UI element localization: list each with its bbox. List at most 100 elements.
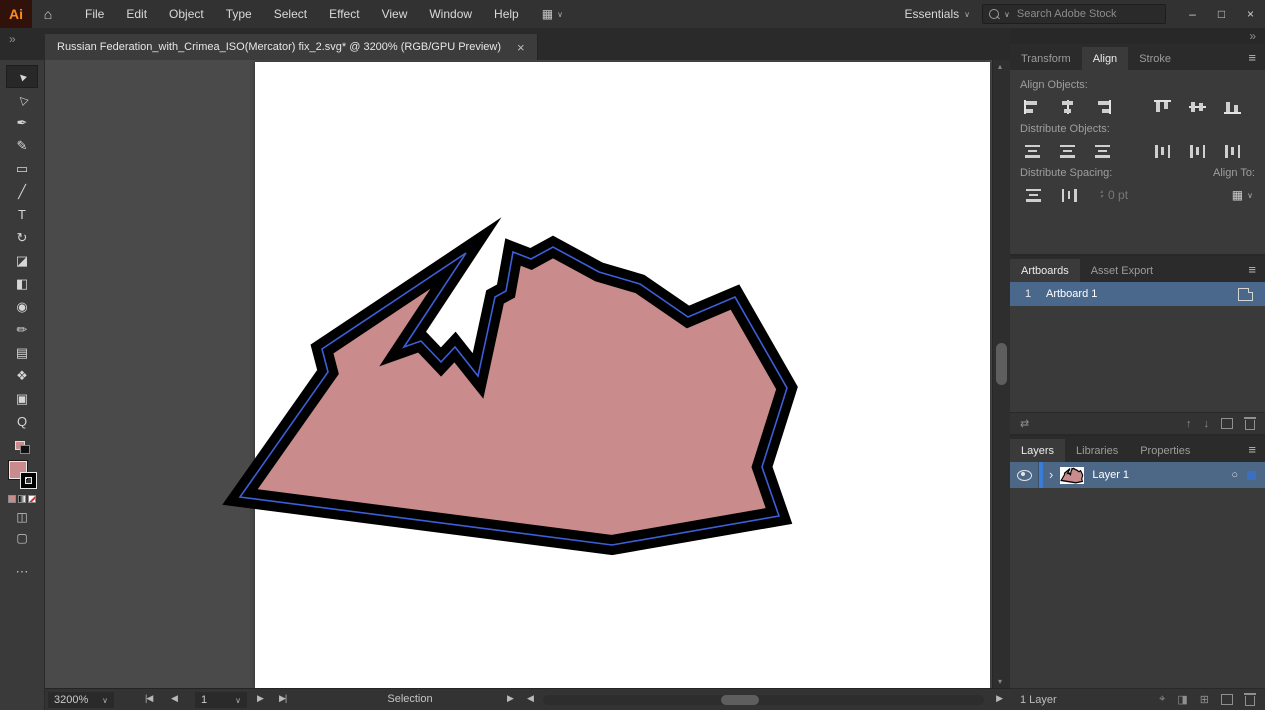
shape-builder-tool[interactable]: ◉: [6, 295, 38, 318]
align-right-button[interactable]: [1090, 97, 1115, 117]
tab-layers[interactable]: Layers: [1010, 439, 1065, 462]
distribute-vertical-center-button[interactable]: [1055, 141, 1080, 161]
artboard-page-icon[interactable]: [1238, 288, 1253, 301]
spacing-value-stepper[interactable]: ▴ ▾ 0 pt: [1100, 188, 1128, 202]
move-artboard-down-icon[interactable]: ↓: [1204, 418, 1210, 430]
canvas-area[interactable]: ▴ ▾: [45, 60, 1010, 688]
tab-transform[interactable]: Transform: [1010, 47, 1082, 70]
stroke-color-swatch[interactable]: [21, 473, 36, 488]
horizontal-distribute-space-button[interactable]: [1056, 185, 1082, 205]
gradient-fill-icon[interactable]: [18, 495, 26, 503]
layer-target-icon[interactable]: ○: [1231, 469, 1238, 481]
dock-overflow-icon[interactable]: »: [1249, 29, 1256, 43]
visibility-cell[interactable]: [1010, 462, 1039, 488]
mini-fill-stroke-icon[interactable]: [15, 441, 30, 454]
tab-artboards[interactable]: Artboards: [1010, 259, 1080, 282]
align-left-button[interactable]: [1020, 97, 1045, 117]
menu-type[interactable]: Type: [215, 0, 263, 28]
home-icon[interactable]: ⌂: [32, 6, 64, 22]
horizontal-scrollbar-thumb[interactable]: [721, 695, 759, 705]
close-button[interactable]: ×: [1236, 0, 1265, 28]
menu-file[interactable]: File: [74, 0, 115, 28]
line-segment-tool[interactable]: ╱: [6, 180, 38, 203]
move-artboard-up-icon[interactable]: ↑: [1186, 418, 1192, 430]
rotate-tool[interactable]: ↻: [6, 226, 38, 249]
artboard-number-field[interactable]: 1 ∨: [195, 692, 247, 708]
locate-object-icon[interactable]: ⌖: [1159, 693, 1165, 706]
align-top-button[interactable]: [1150, 97, 1175, 117]
align-horizontal-center-button[interactable]: [1055, 97, 1080, 117]
eraser-tool[interactable]: ◪: [6, 249, 38, 272]
eyedropper-tool[interactable]: ✏: [6, 318, 38, 341]
panel-menu-icon[interactable]: ≡: [1248, 50, 1256, 65]
horizontal-scrollbar[interactable]: [543, 695, 984, 705]
layer-expand-icon[interactable]: ›: [1049, 467, 1053, 482]
search-input[interactable]: [1015, 7, 1159, 21]
none-fill-icon[interactable]: [28, 495, 36, 503]
scroll-up-icon[interactable]: ▴: [998, 62, 1002, 71]
tab-properties[interactable]: Properties: [1129, 439, 1201, 462]
delete-layer-icon[interactable]: [1245, 696, 1255, 706]
selection-tool[interactable]: ▲: [6, 65, 38, 88]
illustrator-logo[interactable]: Ai: [0, 0, 32, 28]
status-menu-icon[interactable]: ▶: [507, 693, 513, 704]
tab-close-icon[interactable]: ×: [517, 41, 525, 54]
scale-tool[interactable]: ◧: [6, 272, 38, 295]
align-vertical-center-button[interactable]: [1185, 97, 1210, 117]
menu-edit[interactable]: Edit: [115, 0, 158, 28]
vertical-distribute-space-button[interactable]: [1020, 185, 1046, 205]
workspace-switcher[interactable]: Essentials ∨: [904, 7, 970, 21]
distribute-top-button[interactable]: [1020, 141, 1045, 161]
draw-mode-icon[interactable]: ◫: [16, 510, 27, 524]
scroll-left-icon[interactable]: ◀: [527, 693, 533, 704]
new-artboard-icon[interactable]: [1221, 418, 1233, 429]
scroll-right-icon[interactable]: ▶: [996, 693, 1002, 704]
document-tab[interactable]: Russian Federation_with_Crimea_ISO(Merca…: [45, 34, 538, 60]
layer-name[interactable]: Layer 1: [1092, 469, 1231, 481]
layer-selected-indicator[interactable]: [1247, 471, 1256, 480]
menu-window[interactable]: Window: [418, 0, 483, 28]
first-artboard-button[interactable]: |◀: [145, 693, 152, 704]
arrange-documents-button[interactable]: ▦ ∨: [542, 7, 563, 21]
menu-select[interactable]: Select: [263, 0, 318, 28]
vertical-scrollbar-thumb[interactable]: [996, 343, 1007, 385]
minimize-button[interactable]: –: [1178, 0, 1207, 28]
layer-row[interactable]: › Layer 1 ○: [1010, 462, 1265, 488]
delete-artboard-icon[interactable]: [1245, 420, 1255, 430]
color-fill-icon[interactable]: [8, 495, 16, 503]
tab-stroke[interactable]: Stroke: [1128, 47, 1182, 70]
crimea-shape[interactable]: [240, 247, 787, 545]
gradient-tool[interactable]: ▤: [6, 341, 38, 364]
align-bottom-button[interactable]: [1220, 97, 1245, 117]
toolbar-overflow-icon[interactable]: »: [9, 32, 16, 46]
panel-menu-icon[interactable]: ≡: [1248, 262, 1256, 277]
artboard-tool[interactable]: ▣: [6, 387, 38, 410]
visibility-eye-icon[interactable]: [1017, 470, 1032, 481]
new-sublayer-icon[interactable]: ⊞: [1200, 693, 1209, 706]
rearrange-artboards-icon[interactable]: ⇄: [1020, 417, 1029, 430]
tab-align[interactable]: Align: [1082, 47, 1128, 70]
menu-help[interactable]: Help: [483, 0, 530, 28]
rectangle-tool[interactable]: ▭: [6, 157, 38, 180]
align-to-dropdown[interactable]: ▦ ∨: [1232, 188, 1253, 202]
scroll-down-icon[interactable]: ▾: [998, 677, 1002, 686]
last-artboard-button[interactable]: ▶|: [279, 693, 286, 704]
menu-effect[interactable]: Effect: [318, 0, 370, 28]
edit-toolbar-icon[interactable]: ⋯: [16, 564, 29, 580]
tab-libraries[interactable]: Libraries: [1065, 439, 1129, 462]
distribute-bottom-button[interactable]: [1090, 141, 1115, 161]
vertical-scrollbar[interactable]: ▴ ▾: [992, 60, 1010, 688]
distribute-left-button[interactable]: [1150, 141, 1175, 161]
maximize-button[interactable]: □: [1207, 0, 1236, 28]
blend-tool[interactable]: ❖: [6, 364, 38, 387]
menu-view[interactable]: View: [371, 0, 419, 28]
menu-object[interactable]: Object: [158, 0, 215, 28]
next-artboard-button[interactable]: ▶: [257, 693, 263, 704]
zoom-level-control[interactable]: 3200% ∨: [48, 692, 114, 708]
curvature-tool[interactable]: ✎: [6, 134, 38, 157]
artboard-row[interactable]: 1 Artboard 1: [1010, 282, 1265, 306]
distribute-right-button[interactable]: [1220, 141, 1245, 161]
panel-menu-icon[interactable]: ≡: [1248, 442, 1256, 457]
pen-tool[interactable]: ✒: [6, 111, 38, 134]
screen-mode-icon[interactable]: ▢: [16, 531, 27, 545]
